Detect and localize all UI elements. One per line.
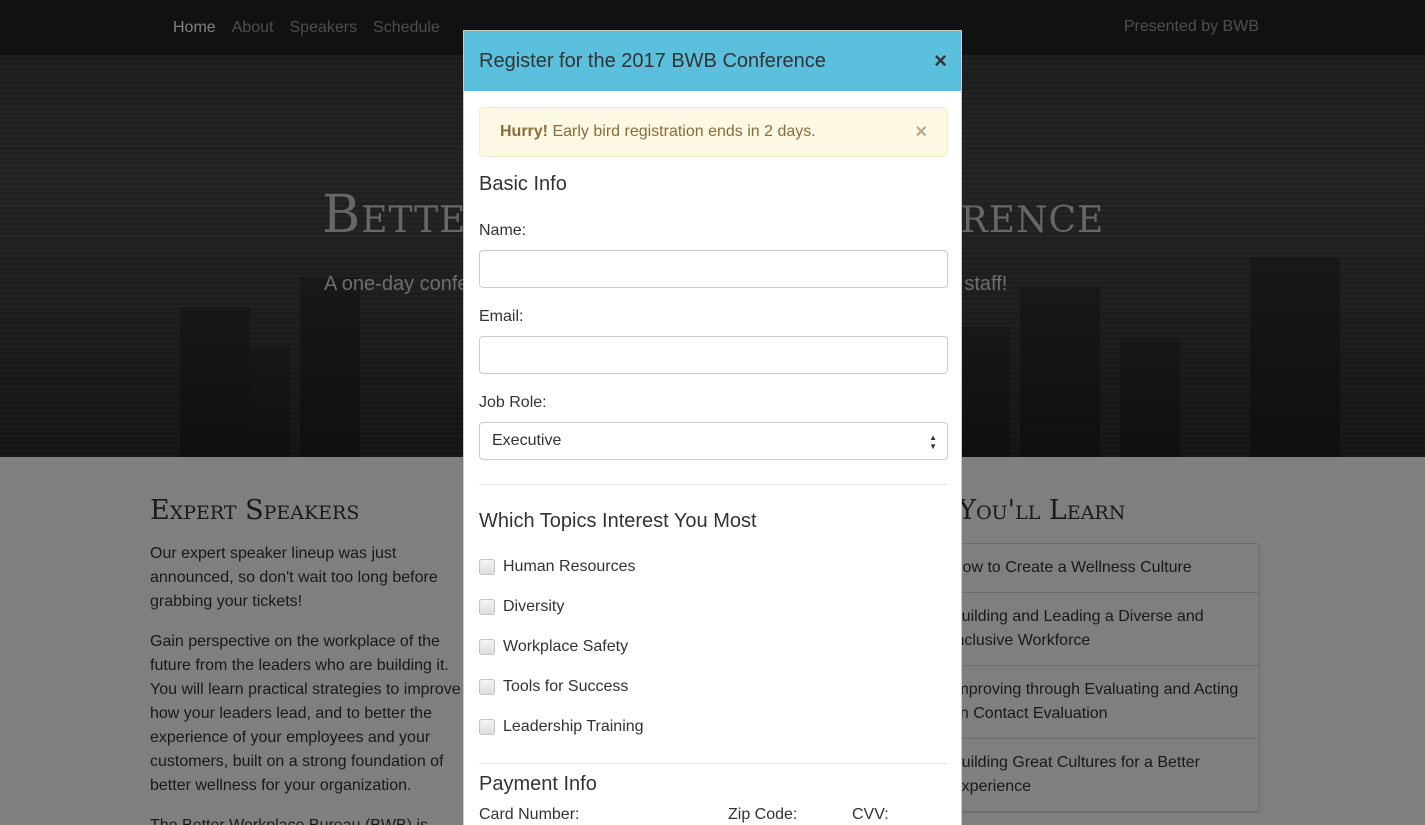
name-input[interactable]: [479, 250, 948, 288]
job-role-value: Executive: [492, 432, 562, 449]
topic-label: Tools for Success: [503, 678, 629, 695]
topic-label: Workplace Safety: [503, 638, 629, 655]
divider: [479, 484, 948, 485]
checkbox[interactable]: [479, 559, 495, 575]
email-label: Email:: [479, 308, 524, 325]
alert-strong: Hurry!: [500, 123, 549, 140]
modal-title: Register for the 2017 BWB Conference: [479, 50, 826, 72]
topic-checkbox-row[interactable]: Diversity: [479, 597, 564, 617]
checkbox[interactable]: [479, 639, 495, 655]
basic-info-heading: Basic Info: [479, 173, 567, 195]
topic-checkbox-row[interactable]: Human Resources: [479, 557, 636, 577]
modal-header: Register for the 2017 BWB Conference ×: [464, 31, 961, 91]
checkbox[interactable]: [479, 679, 495, 695]
zip-code-label: Zip Code:: [728, 806, 798, 823]
alert-close-icon[interactable]: ×: [915, 108, 927, 156]
topic-checkbox-row[interactable]: Tools for Success: [479, 677, 628, 697]
close-icon[interactable]: ×: [934, 49, 947, 73]
alert-text: Early bird registration ends in 2 days.: [548, 123, 816, 140]
cvv-label: CVV:: [852, 806, 889, 823]
name-label: Name:: [479, 222, 527, 239]
card-number-label: Card Number:: [479, 806, 580, 823]
select-arrows-icon: ▲ ▼: [929, 433, 937, 451]
early-bird-alert: Hurry! Early bird registration ends in 2…: [479, 107, 948, 157]
topics-heading: Which Topics Interest You Most: [479, 510, 757, 532]
email-input[interactable]: [479, 336, 948, 374]
topic-label: Diversity: [503, 598, 565, 615]
topic-label: Human Resources: [503, 558, 636, 575]
job-role-label: Job Role:: [479, 394, 547, 411]
checkbox[interactable]: [479, 719, 495, 735]
topic-label: Leadership Training: [503, 718, 644, 735]
topic-checkbox-row[interactable]: Workplace Safety: [479, 637, 628, 657]
registration-modal: Register for the 2017 BWB Conference × H…: [463, 30, 962, 825]
topic-checkbox-row[interactable]: Leadership Training: [479, 717, 644, 737]
divider: [479, 763, 948, 764]
job-role-select[interactable]: Executive ▲ ▼: [479, 422, 948, 460]
payment-heading: Payment Info: [479, 773, 597, 795]
checkbox[interactable]: [479, 599, 495, 615]
